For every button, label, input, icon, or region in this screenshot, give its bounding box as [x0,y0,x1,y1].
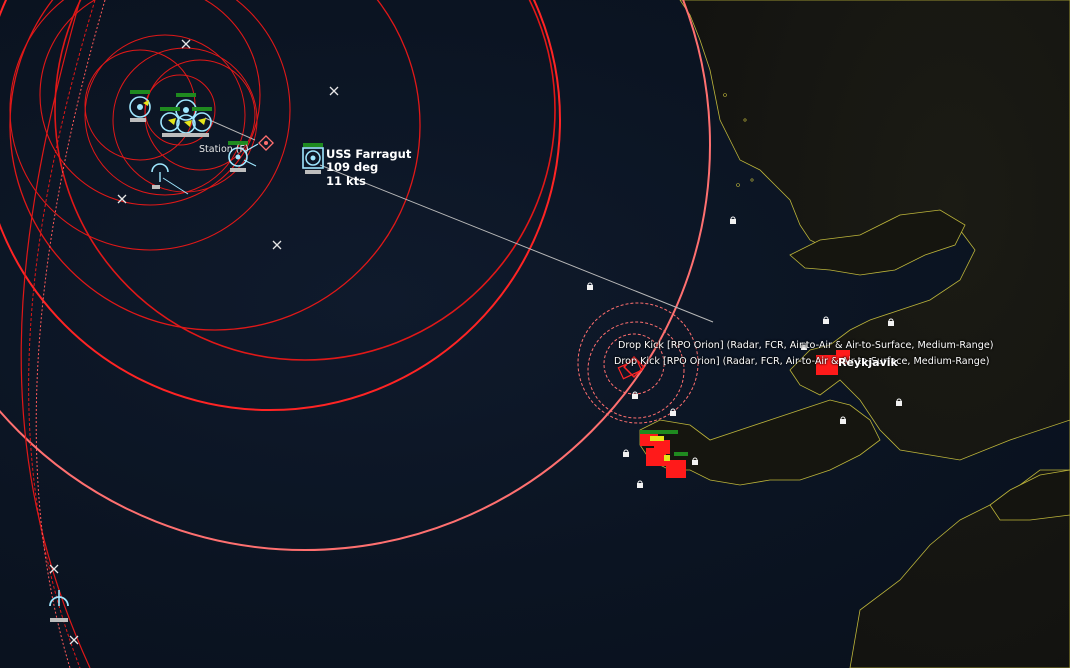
friendly-unit-icon[interactable] [129,90,151,122]
reference-point-marks [49,39,339,645]
city-label-reykjavik: Reykjavik [838,356,898,369]
range-arc [35,0,106,668]
hostile-facility-cluster[interactable] [640,430,688,478]
contact-label[interactable]: Drop Kick [RPO Orion] (Radar, FCR, Air-t… [618,340,993,351]
base-markers[interactable] [587,216,902,488]
range-ring [54,0,556,361]
tactical-map[interactable]: USS Farragut 109 deg 11 kts Station (F) … [0,0,1070,668]
contact-uncertainty-ring [587,321,685,419]
submarine-icon[interactable] [49,590,69,622]
friendly-units[interactable] [49,90,324,622]
base-marker-icon [637,480,643,488]
base-marker-icon [670,408,676,416]
base-marker-icon [587,282,593,290]
helicopter-icon[interactable] [151,163,189,195]
base-marker-icon [632,391,638,399]
selected-unit-course: 109 deg [326,160,379,174]
contact-label[interactable]: Drop Kick [RPO Orion] (Radar, FCR, Air-t… [614,356,989,367]
range-ring [39,0,261,206]
base-marker-icon [840,416,846,424]
base-marker-icon [896,398,902,406]
range-rings-layer [0,0,902,668]
selected-unit-speed: 11 kts [326,174,366,188]
station-label[interactable]: Station (F) [199,144,249,155]
selected-unit-icon[interactable] [302,143,324,174]
base-marker-icon [888,318,894,326]
base-marker-icon [623,449,629,457]
friendly-unit-icon[interactable] [175,93,197,121]
range-ring [9,0,291,251]
course-line [204,117,256,141]
base-marker-icon [692,457,698,465]
base-marker-icon [823,316,829,324]
course-line [319,164,714,323]
station-diamond-center [264,141,268,145]
base-marker-icon [730,216,736,224]
range-ring [0,0,561,411]
